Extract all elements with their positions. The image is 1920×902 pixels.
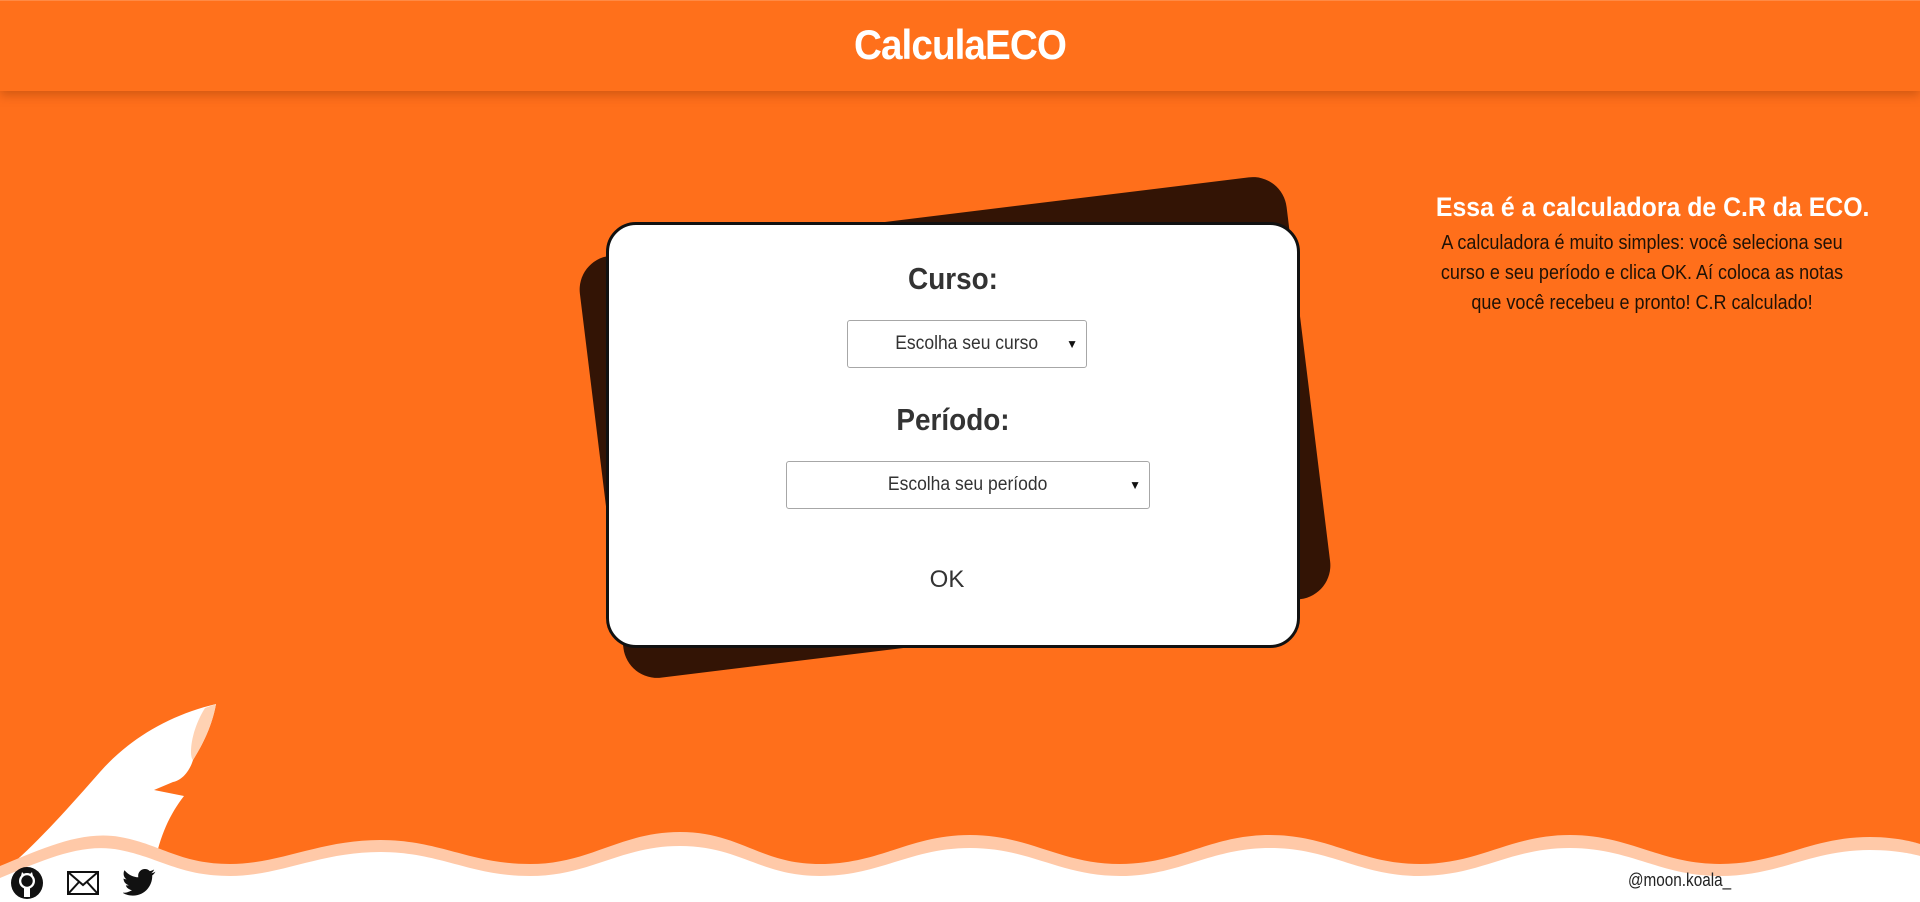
course-selection-card: Curso: Escolha seu curso ▼ Período: Esco… <box>606 222 1300 648</box>
period-select-value: Escolha seu período <box>888 474 1048 495</box>
author-handle: @moon.koala_ <box>1628 870 1732 890</box>
dropdown-arrow-icon: ▼ <box>1066 337 1078 351</box>
info-description: A calculadora é muito simples: você sele… <box>1440 232 1844 314</box>
ok-button[interactable]: OK <box>918 560 976 600</box>
course-select-value: Escolha seu curso <box>895 333 1039 354</box>
calculator-info: Essa é a calculadora de C.R da ECO. A ca… <box>1418 188 1870 318</box>
mail-icon[interactable] <box>66 866 100 900</box>
twitter-icon[interactable] <box>123 866 157 900</box>
period-label: Período: <box>896 402 1010 437</box>
site-header: CalculaECO <box>0 0 1920 91</box>
course-label: Curso: <box>908 261 998 296</box>
info-title: Essa é a calculadora de C.R da ECO. <box>1435 192 1870 222</box>
app-title: CalculaECO <box>853 21 1067 68</box>
dropdown-arrow-icon: ▼ <box>1129 478 1141 492</box>
course-select[interactable]: Escolha seu curso ▼ <box>847 320 1087 368</box>
period-select[interactable]: Escolha seu período ▼ <box>786 461 1150 509</box>
github-icon[interactable] <box>10 866 44 900</box>
